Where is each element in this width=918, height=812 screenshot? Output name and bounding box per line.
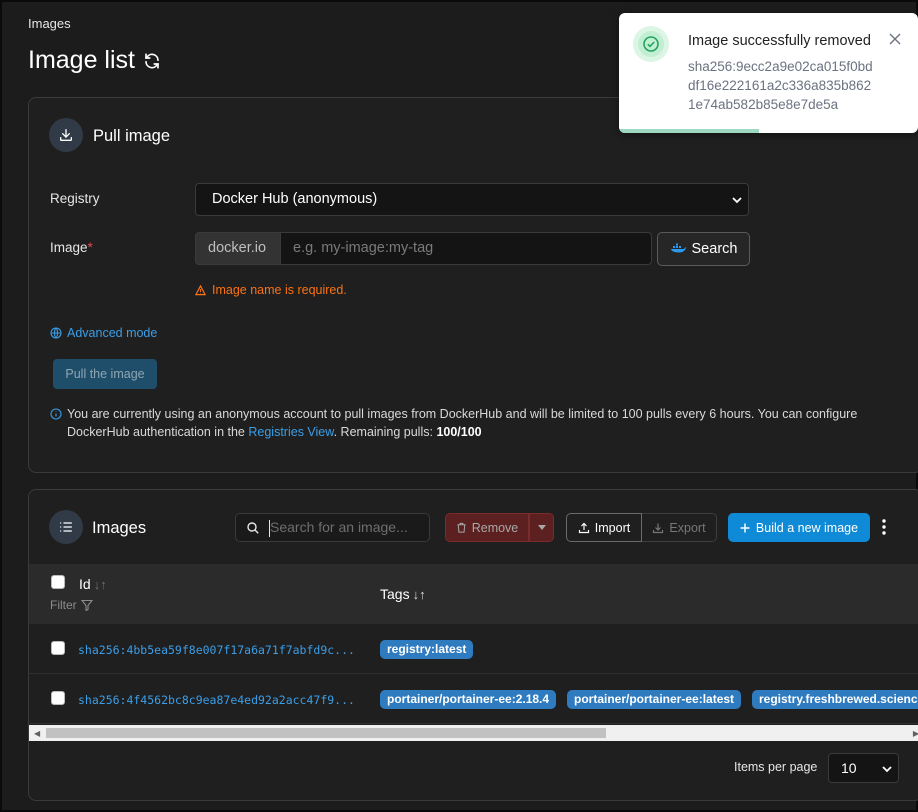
export-label: Export: [669, 520, 706, 535]
image-tag: registry.freshbrewed.science: [752, 690, 918, 709]
scroll-right-icon[interactable]: ▶: [913, 729, 918, 738]
items-per-page-label: Items per page: [734, 760, 818, 774]
remove-button[interactable]: Remove: [445, 513, 529, 542]
docker-icon: [670, 243, 686, 253]
page-title-text: Image list: [28, 46, 135, 74]
registry-select[interactable]: Docker Hub (anonymous): [195, 183, 749, 216]
row-checkbox[interactable]: [51, 641, 65, 655]
search-button-label: Search: [691, 241, 738, 257]
toast-progress-bar: [619, 129, 759, 133]
row-checkbox[interactable]: [51, 691, 65, 705]
images-card: Images Search for an image... Remove Imp…: [28, 489, 918, 801]
plus-icon: [740, 523, 750, 532]
warning-icon: [195, 284, 206, 295]
items-per-page-select[interactable]: 10: [828, 753, 899, 783]
page-title: Image list: [28, 46, 161, 75]
import-label: Import: [594, 520, 631, 535]
toast-title: Image successfully removed: [688, 33, 871, 49]
select-all-checkbox[interactable]: [51, 575, 65, 589]
image-id-link[interactable]: sha256:4bb5ea59f8e007f17a6a71f7abfd9c...: [78, 643, 355, 657]
search-placeholder: Search for an image...: [270, 519, 408, 535]
image-warning: Image name is required.: [195, 283, 347, 297]
remaining-pulls: 100/100: [436, 425, 482, 439]
registry-select-value: Docker Hub (anonymous): [212, 191, 378, 207]
column-tags-label: Tags: [380, 586, 410, 602]
column-id-label: Id: [79, 576, 91, 592]
advanced-mode-link[interactable]: Advanced mode: [50, 326, 157, 340]
advanced-mode-label: Advanced mode: [67, 326, 158, 340]
refresh-icon[interactable]: [143, 52, 161, 70]
id-filter[interactable]: Filter: [50, 598, 93, 612]
pull-image-card: Pull image Registry Docker Hub (anonymou…: [28, 97, 918, 473]
list-icon: [49, 510, 83, 544]
table-row[interactable]: sha256:4bb5ea59f8e007f17a6a71f7abfd9c...…: [29, 624, 918, 674]
image-tag: registry:latest: [380, 640, 474, 659]
pull-image-button[interactable]: Pull the image: [53, 359, 157, 389]
filter-label: Filter: [50, 598, 77, 612]
upload-icon: [578, 522, 589, 533]
sort-icon: ↓↑: [412, 587, 426, 602]
chevron-down-icon: [882, 766, 892, 773]
scrollbar-thumb[interactable]: [46, 728, 606, 738]
column-id-header[interactable]: Id ↓↑: [79, 576, 107, 592]
info-message: You are currently using an anonymous acc…: [50, 405, 880, 441]
globe-icon: [50, 327, 62, 339]
download-icon: [653, 523, 664, 533]
column-tags-header[interactable]: Tags ↓↑: [380, 586, 426, 602]
info-text-2: . Remaining pulls:: [333, 425, 437, 439]
build-image-button[interactable]: Build a new image: [728, 513, 870, 542]
toast-message: sha256:9ecc2a9e02ca015f0bddf16e222161a2c…: [688, 59, 873, 112]
search-icon: [247, 522, 259, 534]
remove-label: Remove: [471, 520, 519, 535]
scroll-left-icon[interactable]: ◀: [34, 729, 40, 738]
chevron-down-icon: [732, 197, 742, 204]
success-toast: Image successfully removed sha256:9ecc2a…: [619, 13, 918, 133]
more-options-icon[interactable]: [879, 517, 889, 537]
sort-icon: ↓↑: [93, 577, 107, 592]
table-header: Id ↓↑ Filter Tags ↓↑: [29, 564, 918, 624]
info-icon: [50, 408, 62, 420]
image-input[interactable]: e.g. my-image:my-tag: [281, 232, 652, 265]
build-label: Build a new image: [755, 520, 859, 535]
success-icon: [633, 26, 669, 62]
pull-image-title: Pull image: [93, 127, 171, 145]
remove-dropdown-button[interactable]: [529, 513, 554, 542]
trash-icon: [457, 522, 466, 533]
warning-text: Image name is required.: [212, 283, 347, 297]
image-tag: portainer/portainer-ee:latest: [567, 690, 742, 709]
registry-label: Registry: [50, 191, 100, 206]
image-tag: portainer/portainer-ee:2.18.4: [380, 690, 557, 709]
items-per-page-value: 10: [841, 760, 857, 776]
text-caret: [269, 520, 270, 537]
close-icon[interactable]: [889, 33, 901, 45]
download-icon: [49, 118, 83, 152]
caret-down-icon: [537, 525, 546, 530]
search-dockerhub-button[interactable]: Search: [657, 232, 750, 266]
image-prefix: docker.io: [195, 232, 281, 265]
image-label-text: Image: [50, 240, 88, 255]
table-row[interactable]: sha256:4f4562bc8c9ea87e4ed92a2acc47f9...…: [29, 674, 918, 724]
import-button[interactable]: Import: [566, 513, 642, 542]
horizontal-scrollbar[interactable]: ◀ ▶: [29, 725, 918, 741]
required-marker: *: [87, 240, 93, 255]
image-label: Image*: [50, 240, 93, 255]
image-search-input[interactable]: Search for an image...: [235, 513, 430, 542]
registries-view-link[interactable]: Registries View: [248, 425, 333, 439]
image-id-link[interactable]: sha256:4f4562bc8c9ea87e4ed92a2acc47f9...: [78, 693, 355, 707]
images-title: Images: [92, 519, 147, 537]
export-button[interactable]: Export: [642, 513, 717, 542]
filter-icon: [80, 599, 93, 611]
breadcrumb: Images: [28, 16, 71, 31]
